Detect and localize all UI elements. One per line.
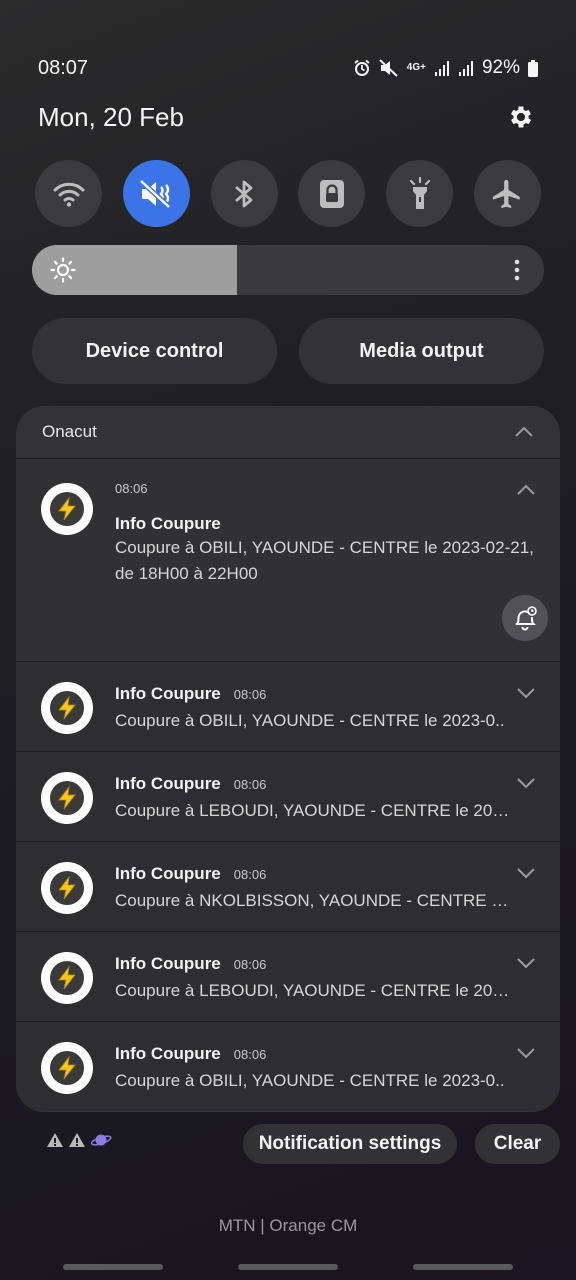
chevron-up-icon[interactable] — [516, 483, 536, 497]
lightning-icon — [58, 497, 76, 521]
notification-item[interactable]: Info Coupure 08:06 Coupure à LEBOUDI, YA… — [16, 751, 560, 841]
app-icon — [41, 772, 93, 824]
notification-actions: Notification settings Clear — [0, 1124, 576, 1164]
notification-time: 08:06 — [115, 481, 148, 496]
notification-body: Coupure à OBILI, YAOUNDE - CENTRE le 202… — [115, 1071, 505, 1090]
notification-title: Info Coupure — [115, 514, 221, 533]
chevron-up-icon[interactable] — [514, 425, 534, 439]
airplane-icon — [493, 179, 521, 208]
notification-title: Info Coupure — [115, 864, 221, 883]
notification-title: Info Coupure — [115, 774, 221, 793]
app-icon — [41, 952, 93, 1004]
alarm-icon — [354, 59, 370, 76]
chevron-down-icon[interactable] — [516, 866, 536, 880]
warning-icon — [47, 1133, 63, 1147]
notification-time: 08:06 — [233, 687, 267, 702]
app-icon — [41, 682, 93, 734]
lightning-icon — [58, 696, 76, 720]
notification-head: Info Coupure 08:06 — [115, 774, 266, 794]
snooze-bell-icon — [515, 606, 537, 631]
mute-icon — [379, 59, 398, 77]
notification-expanded[interactable]: 08:06 Info Coupure Coupure à OBILI, YAOU… — [16, 458, 560, 661]
control-buttons: Device control Media output — [32, 318, 544, 384]
notification-time: 08:06 — [233, 777, 267, 792]
bluetooth-toggle[interactable] — [210, 160, 278, 227]
lightning-icon — [58, 1056, 76, 1080]
notification-title: Info Coupure — [115, 954, 221, 973]
notification-body: Coupure à LEBOUDI, YAOUNDE - CENTRE le 2… — [115, 801, 510, 820]
media-output-button[interactable]: Media output — [299, 318, 544, 384]
signal-icon — [434, 61, 449, 76]
notification-body: Coupure à OBILI, YAOUNDE - CENTRE le 202… — [115, 538, 534, 583]
wifi-icon — [53, 182, 84, 207]
notification-body: Coupure à LEBOUDI, YAOUNDE - CENTRE le 2… — [115, 981, 510, 1000]
network-4g-icon: 4G+ — [406, 62, 426, 73]
warning-icon — [69, 1133, 85, 1147]
lightning-icon — [58, 876, 76, 900]
signal-icon — [458, 61, 473, 76]
notification-head: Info Coupure 08:06 — [115, 684, 266, 704]
notification-time: 08:06 — [233, 867, 267, 882]
brightness-icon — [50, 257, 76, 283]
notification-panel: Onacut 08:06 Info Coupure Coupure à OBIL… — [16, 406, 560, 1112]
notification-time: 08:06 — [233, 1047, 267, 1062]
lightning-icon — [58, 966, 76, 990]
date-row: Mon, 20 Feb — [38, 100, 538, 134]
nav-handle-center[interactable] — [238, 1264, 338, 1270]
nav-handle-right[interactable] — [413, 1264, 513, 1270]
mute-toggle[interactable] — [122, 160, 190, 227]
lightning-icon — [58, 786, 76, 810]
notification-time: 08:06 — [233, 957, 267, 972]
wifi-toggle[interactable] — [35, 160, 102, 227]
chevron-down-icon[interactable] — [516, 956, 536, 970]
lock-icon — [319, 179, 344, 208]
brightness-slider[interactable] — [32, 245, 544, 295]
chevron-down-icon[interactable] — [516, 1046, 536, 1060]
date-label: Mon, 20 Feb — [38, 101, 184, 132]
planet-icon — [90, 1134, 112, 1146]
flashlight-toggle[interactable] — [386, 160, 454, 227]
notification-settings-button[interactable]: Notification settings — [243, 1124, 457, 1164]
notification-item[interactable]: Info Coupure 08:06 Coupure à OBILI, YAOU… — [16, 661, 560, 751]
app-icon — [41, 862, 93, 914]
notification-head: Info Coupure 08:06 — [115, 864, 266, 884]
notification-item[interactable]: Info Coupure 08:06 Coupure à NKOLBISSON,… — [16, 841, 560, 931]
notification-head: Info Coupure 08:06 — [115, 1044, 266, 1064]
clear-button[interactable]: Clear — [475, 1124, 560, 1164]
snooze-button[interactable] — [502, 595, 548, 641]
status-bar: 08:07 4G+ 92% — [38, 54, 538, 82]
flashlight-icon — [409, 176, 430, 209]
mute-icon — [139, 178, 171, 209]
nav-handle-left[interactable] — [63, 1264, 163, 1270]
app-icon — [41, 1042, 93, 1094]
airplane-toggle[interactable] — [473, 160, 541, 227]
bluetooth-icon — [235, 180, 253, 207]
carrier-label: MTN | Orange CM — [218, 1216, 358, 1235]
notification-title: Info Coupure — [115, 1044, 221, 1063]
app-name-label: Onacut — [42, 422, 97, 441]
notification-title: Info Coupure — [115, 684, 221, 703]
hidden-notification-icons[interactable] — [46, 1132, 112, 1148]
notification-group-header[interactable]: Onacut — [16, 406, 560, 458]
notification-body: Coupure à NKOLBISSON, YAOUNDE - CENTRE l… — [115, 891, 510, 910]
quick-settings — [35, 160, 541, 227]
chevron-down-icon[interactable] — [516, 776, 536, 790]
notification-item[interactable]: Info Coupure 08:06 Coupure à OBILI, YAOU… — [16, 1021, 560, 1111]
notification-body: Coupure à OBILI, YAOUNDE - CENTRE le 202… — [115, 711, 505, 730]
status-icons: 4G+ 92% — [353, 57, 538, 79]
more-options-icon[interactable] — [514, 259, 520, 281]
battery-percent: 92% — [481, 57, 520, 78]
device-control-button[interactable]: Device control — [32, 318, 277, 384]
settings-button[interactable] — [504, 100, 538, 134]
screen-lock-toggle[interactable] — [298, 160, 366, 227]
status-time: 08:07 — [38, 56, 89, 79]
notification-head: Info Coupure 08:06 — [115, 954, 266, 974]
chevron-down-icon[interactable] — [516, 686, 536, 700]
notification-item[interactable]: Info Coupure 08:06 Coupure à LEBOUDI, YA… — [16, 931, 560, 1021]
gear-icon — [510, 106, 532, 128]
app-icon — [41, 483, 93, 535]
battery-icon — [528, 60, 538, 77]
